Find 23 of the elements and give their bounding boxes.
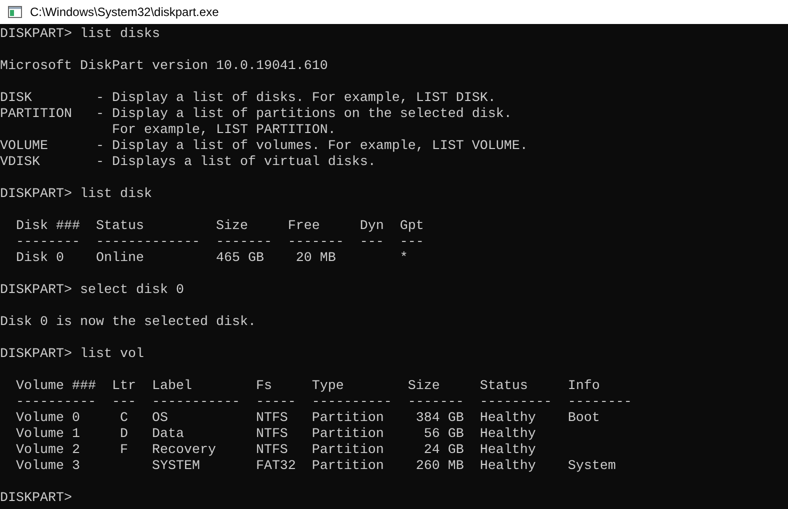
console-window-icon: [8, 6, 22, 18]
console-line: DISKPART> list disk: [0, 187, 152, 203]
console-line: VOLUME - Display a list of volumes. For example, LIST VOLUME.: [0, 139, 528, 155]
console-line: ---------- --- ----------- ----- ---------- ------- --------- --------: [14, 395, 632, 411]
console-line: Disk 0 is now the selected disk.: [0, 315, 256, 331]
console-line: DISK - Display a list of disks. For example, LIST DISK.: [0, 91, 496, 107]
console-line: DISKPART> list vol: [0, 347, 144, 363]
console-line: PARTITION - Display a list of partitions on the selected disk.: [0, 107, 512, 123]
console-line: Volume 3 SYSTEM FAT32 Partition 260 MB Healthy System: [14, 459, 616, 475]
console-line: Volume 1 D Data NTFS Partition 56 GB Healthy: [14, 427, 536, 443]
window-title: C:\Windows\System32\diskpart.exe: [30, 4, 219, 21]
console-line: Volume ### Ltr Label Fs Type Size Status Info: [14, 379, 600, 395]
console-line: DISKPART> list disks: [0, 27, 160, 43]
console-line: VDISK - Displays a list of virtual disks.: [0, 155, 376, 171]
console-line: Volume 0 C OS NTFS Partition 384 GB Healthy Boot: [14, 411, 600, 427]
console-line: DISKPART> select disk 0: [0, 283, 184, 299]
console-line: DISKPART>: [0, 491, 72, 507]
console-line: Microsoft DiskPart version 10.0.19041.610: [0, 59, 328, 75]
console-line: For example, LIST PARTITION.: [110, 123, 336, 139]
console-line: Disk ### Status Size Free Dyn Gpt: [14, 219, 424, 235]
console-line: Volume 2 F Recovery NTFS Partition 24 GB Healthy: [14, 443, 536, 459]
console-line: Disk 0 Online 465 GB 20 MB *: [14, 251, 408, 267]
console-line: -------- ------------- ------- ------- --- ---: [14, 235, 424, 251]
